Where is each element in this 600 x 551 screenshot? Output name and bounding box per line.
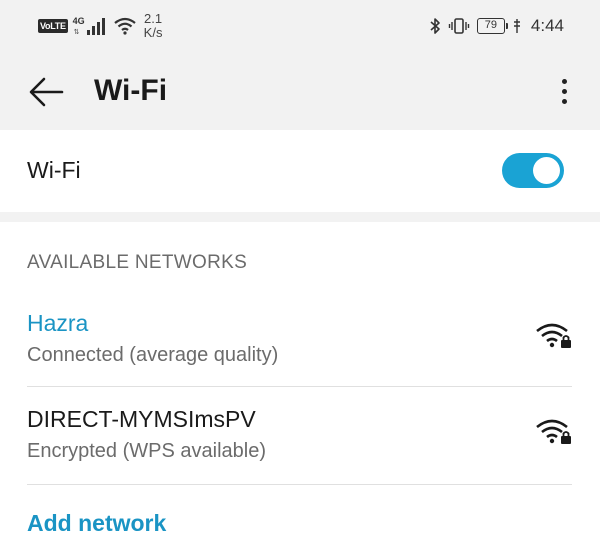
- divider: [27, 386, 572, 387]
- divider: [27, 484, 572, 485]
- network-type-label: 4G: [72, 16, 85, 26]
- back-button[interactable]: [26, 74, 66, 110]
- battery-icon: 79: [476, 18, 508, 34]
- network-speed: 2.1 K/s: [144, 12, 163, 40]
- dot: [561, 78, 567, 84]
- network-speed-value: 2.1: [144, 11, 163, 26]
- arrow-left-icon: [29, 77, 64, 107]
- charging-icon: [513, 19, 520, 33]
- network-item-direct-mymsimspv[interactable]: DIRECT-MYMSImsPV Encrypted (WPS availabl…: [0, 406, 600, 502]
- battery-level: 79: [484, 19, 498, 31]
- wifi-signal-locked-icon: [536, 323, 571, 348]
- wifi-toggle-label: Wi-Fi: [27, 157, 81, 183]
- network-name: DIRECT-MYMSImsPV: [27, 406, 256, 432]
- dot: [561, 98, 567, 104]
- network-status: Encrypted (WPS available): [27, 440, 266, 462]
- page-title: Wi-Fi: [94, 74, 168, 107]
- dot: [561, 88, 567, 94]
- section-header-available-networks: AVAILABLE NETWORKS: [27, 252, 248, 273]
- more-options-button[interactable]: [554, 72, 574, 110]
- app-bar: Wi-Fi: [0, 52, 600, 130]
- networks-list: AVAILABLE NETWORKS Hazra Connected (aver…: [0, 222, 600, 551]
- wifi-toggle-row[interactable]: Wi-Fi: [0, 130, 600, 212]
- status-bar: VoLTE 4G ⇅ 2.1 K/s 79 4:44: [0, 0, 600, 52]
- clock: 4:44: [530, 16, 564, 35]
- wifi-signal-locked-icon: [536, 419, 571, 444]
- toggle-knob: [533, 157, 560, 184]
- data-activity-icon: ⇅: [73, 29, 80, 36]
- cell-signal-icon: [86, 17, 105, 35]
- network-type-indicator: 4G ⇅: [73, 14, 85, 38]
- network-status: Connected (average quality): [27, 344, 279, 366]
- wifi-status-icon: [113, 17, 136, 35]
- network-speed-unit: K/s: [143, 25, 163, 40]
- vibrate-icon: [448, 18, 470, 34]
- add-network-button[interactable]: Add network: [27, 510, 166, 537]
- wifi-toggle-switch[interactable]: [502, 153, 564, 188]
- volte-badge: VoLTE: [38, 19, 68, 33]
- status-bar-right: 79 4:44: [429, 13, 564, 39]
- status-bar-left: VoLTE 4G ⇅ 2.1 K/s: [38, 12, 162, 40]
- network-item-hazra[interactable]: Hazra Connected (average quality): [0, 310, 600, 406]
- network-name: Hazra: [27, 310, 89, 336]
- bluetooth-icon: [430, 18, 440, 34]
